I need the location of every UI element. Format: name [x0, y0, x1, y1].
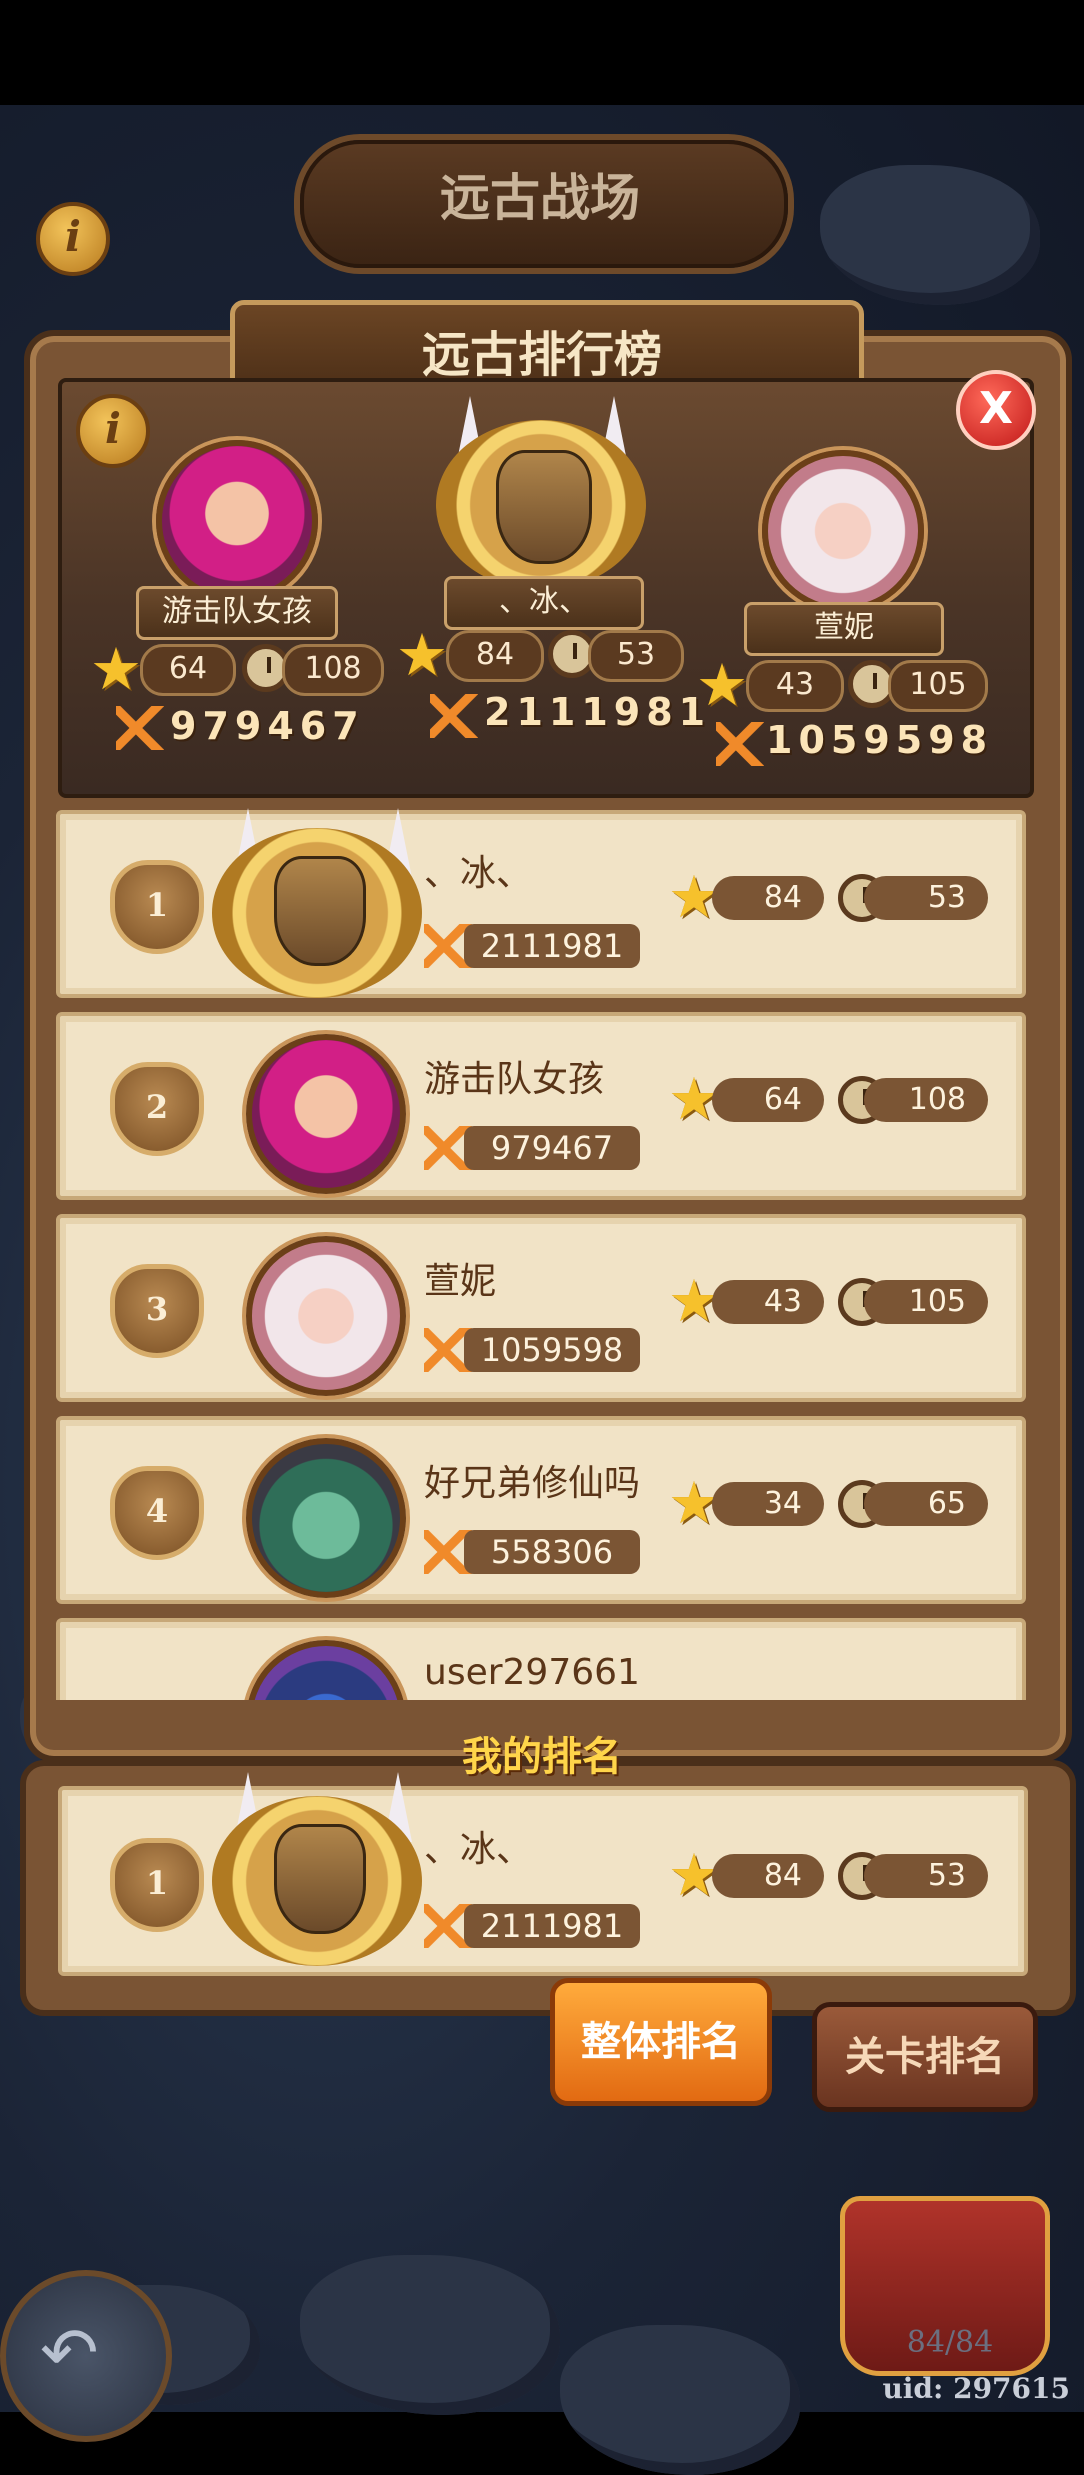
rank-badge: 1 — [110, 860, 204, 954]
crossed-swords-icon — [116, 706, 164, 750]
page-title: 远古战场 — [440, 169, 640, 227]
my-rank-title: 我的排名 — [462, 1734, 622, 1780]
row-score: 558306 — [464, 1530, 640, 1574]
row-stars: 64 — [712, 1078, 824, 1122]
podium-avatar-2[interactable] — [156, 440, 318, 602]
close-icon: X — [979, 383, 1013, 434]
row-avatar[interactable] — [246, 1034, 406, 1194]
panel-info-button[interactable]: i — [76, 394, 150, 468]
crossed-swords-icon — [716, 722, 764, 766]
row-score: 2111981 — [464, 924, 640, 968]
star-icon: ★ — [696, 651, 748, 719]
row-avatar[interactable] — [246, 1236, 406, 1396]
podium-stars-2: 64 — [140, 644, 236, 696]
podium-time-1: 53 — [588, 630, 684, 682]
row-name: 、冰、 — [424, 853, 533, 894]
podium-score-1: 2111981 — [484, 690, 712, 734]
row-name: user297661 — [424, 1652, 640, 1693]
row-stars: 84 — [712, 876, 824, 920]
row-time: 105 — [864, 1280, 988, 1324]
panel-title: 远古排行榜 — [421, 327, 662, 383]
shield-icon — [274, 856, 366, 966]
my-name: 、冰、 — [424, 1829, 533, 1870]
row-name: 游击队女孩 — [424, 1059, 605, 1100]
podium-avatar-3[interactable] — [762, 450, 924, 612]
info-icon: i — [65, 212, 81, 261]
rank-badge: 2 — [110, 1062, 204, 1156]
row-score: 979467 — [464, 1126, 640, 1170]
podium-name-1: 、冰、 — [444, 576, 644, 630]
back-arrow-icon: ↶ — [40, 2312, 99, 2394]
row-name: 萱妮 — [424, 1261, 497, 1302]
row-stars: 34 — [712, 1482, 824, 1526]
my-stars: 84 — [712, 1854, 824, 1898]
star-icon: ★ — [396, 621, 448, 689]
row-time: 65 — [864, 1482, 988, 1526]
chest-progress: 84/84 — [906, 2325, 994, 2360]
row-stars: 43 — [712, 1280, 824, 1324]
rank-badge: 4 — [110, 1466, 204, 1560]
row-time: 108 — [864, 1078, 988, 1122]
podium-stars-1: 84 — [446, 630, 544, 682]
row-time: 53 — [864, 876, 988, 920]
podium-time-2: 108 — [282, 644, 384, 696]
podium-stars-3: 43 — [746, 660, 844, 712]
podium-time-3: 105 — [888, 660, 988, 712]
row-avatar[interactable] — [246, 1438, 406, 1598]
rank-badge: 1 — [110, 1838, 204, 1932]
star-icon: ★ — [90, 635, 142, 703]
my-score: 2111981 — [464, 1904, 640, 1948]
ranking-list[interactable]: 1 、冰、 2111981 ★ 84 53 2 游击队女孩 979467 ★ 6… — [52, 800, 1032, 1700]
row-name: 好兄弟修仙吗 — [424, 1463, 641, 1504]
podium-score-2: 979467 — [170, 704, 365, 748]
tab-stage-ranking[interactable]: 关卡排名 — [812, 2002, 1038, 2112]
user-id: uid: 297615 — [882, 2372, 1070, 2405]
info-icon: i — [105, 404, 121, 453]
my-time: 53 — [864, 1854, 988, 1898]
crossed-swords-icon — [430, 694, 478, 738]
podium-name-3: 萱妮 — [744, 602, 944, 656]
podium-score-3: 1059598 — [766, 718, 994, 762]
close-button[interactable]: X — [956, 370, 1036, 450]
row-score: 1059598 — [464, 1328, 640, 1372]
top-info-button[interactable]: i — [36, 202, 110, 276]
rank-badge: 3 — [110, 1264, 204, 1358]
shield-icon — [496, 450, 592, 564]
shield-icon — [274, 1824, 366, 1934]
podium-name-2: 游击队女孩 — [136, 586, 338, 640]
tab-overall-ranking[interactable]: 整体排名 — [550, 1978, 772, 2106]
